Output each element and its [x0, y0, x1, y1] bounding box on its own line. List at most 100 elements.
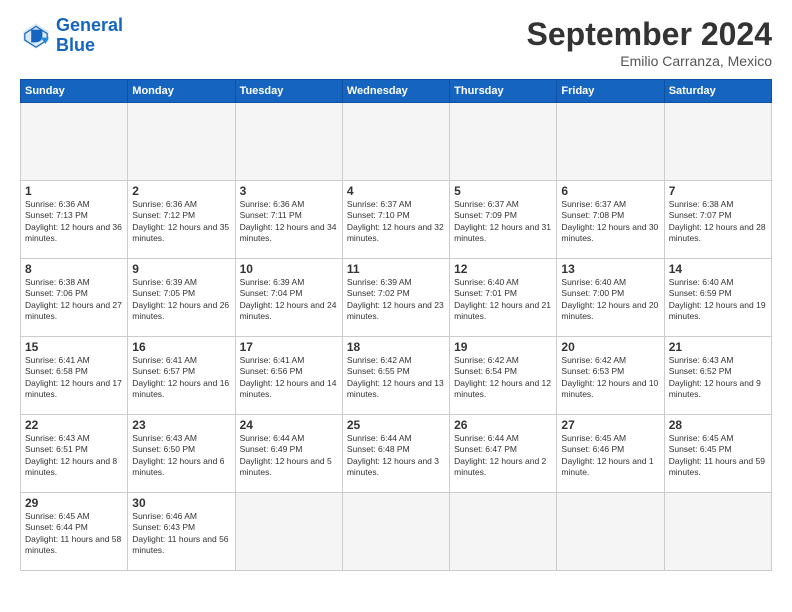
table-row: 16Sunrise: 6:41 AMSunset: 6:57 PMDayligh…: [128, 337, 235, 415]
day-number: 27: [561, 418, 659, 432]
day-number: 8: [25, 262, 123, 276]
day-number: 13: [561, 262, 659, 276]
table-row: 1Sunrise: 6:36 AMSunset: 7:13 PMDaylight…: [21, 181, 128, 259]
col-saturday: Saturday: [664, 80, 771, 103]
month-title: September 2024: [527, 16, 772, 53]
table-row: 20Sunrise: 6:42 AMSunset: 6:53 PMDayligh…: [557, 337, 664, 415]
table-row: 19Sunrise: 6:42 AMSunset: 6:54 PMDayligh…: [450, 337, 557, 415]
table-row: [235, 493, 342, 571]
day-number: 5: [454, 184, 552, 198]
day-info: Sunrise: 6:41 AMSunset: 6:56 PMDaylight:…: [240, 355, 338, 401]
logo-icon: [20, 20, 52, 52]
calendar-week-row: 29Sunrise: 6:45 AMSunset: 6:44 PMDayligh…: [21, 493, 772, 571]
day-info: Sunrise: 6:40 AMSunset: 7:00 PMDaylight:…: [561, 277, 659, 323]
day-info: Sunrise: 6:36 AMSunset: 7:12 PMDaylight:…: [132, 199, 230, 245]
table-row: 18Sunrise: 6:42 AMSunset: 6:55 PMDayligh…: [342, 337, 449, 415]
day-info: Sunrise: 6:45 AMSunset: 6:45 PMDaylight:…: [669, 433, 767, 479]
day-number: 16: [132, 340, 230, 354]
day-number: 17: [240, 340, 338, 354]
table-row: [235, 103, 342, 181]
col-monday: Monday: [128, 80, 235, 103]
table-row: 30Sunrise: 6:46 AMSunset: 6:43 PMDayligh…: [128, 493, 235, 571]
day-number: 26: [454, 418, 552, 432]
logo-text: General Blue: [56, 16, 123, 56]
calendar-week-row: 1Sunrise: 6:36 AMSunset: 7:13 PMDaylight…: [21, 181, 772, 259]
table-row: 4Sunrise: 6:37 AMSunset: 7:10 PMDaylight…: [342, 181, 449, 259]
day-info: Sunrise: 6:38 AMSunset: 7:06 PMDaylight:…: [25, 277, 123, 323]
day-number: 14: [669, 262, 767, 276]
col-friday: Friday: [557, 80, 664, 103]
day-number: 10: [240, 262, 338, 276]
table-row: 9Sunrise: 6:39 AMSunset: 7:05 PMDaylight…: [128, 259, 235, 337]
day-number: 29: [25, 496, 123, 510]
day-number: 7: [669, 184, 767, 198]
day-info: Sunrise: 6:44 AMSunset: 6:49 PMDaylight:…: [240, 433, 338, 479]
day-number: 25: [347, 418, 445, 432]
table-row: 6Sunrise: 6:37 AMSunset: 7:08 PMDaylight…: [557, 181, 664, 259]
title-block: September 2024 Emilio Carranza, Mexico: [527, 16, 772, 69]
day-number: 1: [25, 184, 123, 198]
day-info: Sunrise: 6:37 AMSunset: 7:10 PMDaylight:…: [347, 199, 445, 245]
day-info: Sunrise: 6:46 AMSunset: 6:43 PMDaylight:…: [132, 511, 230, 557]
day-info: Sunrise: 6:43 AMSunset: 6:52 PMDaylight:…: [669, 355, 767, 401]
table-row: [21, 103, 128, 181]
logo: General Blue: [20, 16, 123, 56]
table-row: 17Sunrise: 6:41 AMSunset: 6:56 PMDayligh…: [235, 337, 342, 415]
table-row: [664, 493, 771, 571]
table-row: [557, 103, 664, 181]
day-number: 24: [240, 418, 338, 432]
calendar-week-row: 15Sunrise: 6:41 AMSunset: 6:58 PMDayligh…: [21, 337, 772, 415]
page: General Blue September 2024 Emilio Carra…: [0, 0, 792, 612]
col-sunday: Sunday: [21, 80, 128, 103]
table-row: [664, 103, 771, 181]
day-info: Sunrise: 6:45 AMSunset: 6:44 PMDaylight:…: [25, 511, 123, 557]
table-row: [557, 493, 664, 571]
table-row: 23Sunrise: 6:43 AMSunset: 6:50 PMDayligh…: [128, 415, 235, 493]
day-number: 4: [347, 184, 445, 198]
day-number: 6: [561, 184, 659, 198]
day-info: Sunrise: 6:36 AMSunset: 7:11 PMDaylight:…: [240, 199, 338, 245]
day-info: Sunrise: 6:44 AMSunset: 6:48 PMDaylight:…: [347, 433, 445, 479]
day-info: Sunrise: 6:37 AMSunset: 7:09 PMDaylight:…: [454, 199, 552, 245]
day-number: 21: [669, 340, 767, 354]
day-info: Sunrise: 6:41 AMSunset: 6:57 PMDaylight:…: [132, 355, 230, 401]
table-row: [342, 103, 449, 181]
day-number: 12: [454, 262, 552, 276]
table-row: 3Sunrise: 6:36 AMSunset: 7:11 PMDaylight…: [235, 181, 342, 259]
day-info: Sunrise: 6:41 AMSunset: 6:58 PMDaylight:…: [25, 355, 123, 401]
day-info: Sunrise: 6:40 AMSunset: 7:01 PMDaylight:…: [454, 277, 552, 323]
day-number: 20: [561, 340, 659, 354]
calendar-header-row: Sunday Monday Tuesday Wednesday Thursday…: [21, 80, 772, 103]
table-row: [450, 493, 557, 571]
day-info: Sunrise: 6:42 AMSunset: 6:53 PMDaylight:…: [561, 355, 659, 401]
logo-line2: Blue: [56, 35, 95, 55]
table-row: 28Sunrise: 6:45 AMSunset: 6:45 PMDayligh…: [664, 415, 771, 493]
day-info: Sunrise: 6:40 AMSunset: 6:59 PMDaylight:…: [669, 277, 767, 323]
table-row: [342, 493, 449, 571]
day-number: 3: [240, 184, 338, 198]
location-subtitle: Emilio Carranza, Mexico: [527, 53, 772, 69]
day-number: 30: [132, 496, 230, 510]
logo-line1: General: [56, 15, 123, 35]
table-row: 15Sunrise: 6:41 AMSunset: 6:58 PMDayligh…: [21, 337, 128, 415]
day-number: 19: [454, 340, 552, 354]
day-number: 22: [25, 418, 123, 432]
table-row: 22Sunrise: 6:43 AMSunset: 6:51 PMDayligh…: [21, 415, 128, 493]
calendar-table: Sunday Monday Tuesday Wednesday Thursday…: [20, 79, 772, 571]
table-row: 29Sunrise: 6:45 AMSunset: 6:44 PMDayligh…: [21, 493, 128, 571]
table-row: [450, 103, 557, 181]
day-info: Sunrise: 6:45 AMSunset: 6:46 PMDaylight:…: [561, 433, 659, 479]
table-row: 7Sunrise: 6:38 AMSunset: 7:07 PMDaylight…: [664, 181, 771, 259]
day-info: Sunrise: 6:39 AMSunset: 7:04 PMDaylight:…: [240, 277, 338, 323]
day-info: Sunrise: 6:42 AMSunset: 6:55 PMDaylight:…: [347, 355, 445, 401]
day-number: 15: [25, 340, 123, 354]
calendar-week-row: 22Sunrise: 6:43 AMSunset: 6:51 PMDayligh…: [21, 415, 772, 493]
day-info: Sunrise: 6:39 AMSunset: 7:05 PMDaylight:…: [132, 277, 230, 323]
day-info: Sunrise: 6:37 AMSunset: 7:08 PMDaylight:…: [561, 199, 659, 245]
table-row: 27Sunrise: 6:45 AMSunset: 6:46 PMDayligh…: [557, 415, 664, 493]
day-number: 28: [669, 418, 767, 432]
col-wednesday: Wednesday: [342, 80, 449, 103]
day-info: Sunrise: 6:38 AMSunset: 7:07 PMDaylight:…: [669, 199, 767, 245]
calendar-week-row: 8Sunrise: 6:38 AMSunset: 7:06 PMDaylight…: [21, 259, 772, 337]
table-row: 24Sunrise: 6:44 AMSunset: 6:49 PMDayligh…: [235, 415, 342, 493]
